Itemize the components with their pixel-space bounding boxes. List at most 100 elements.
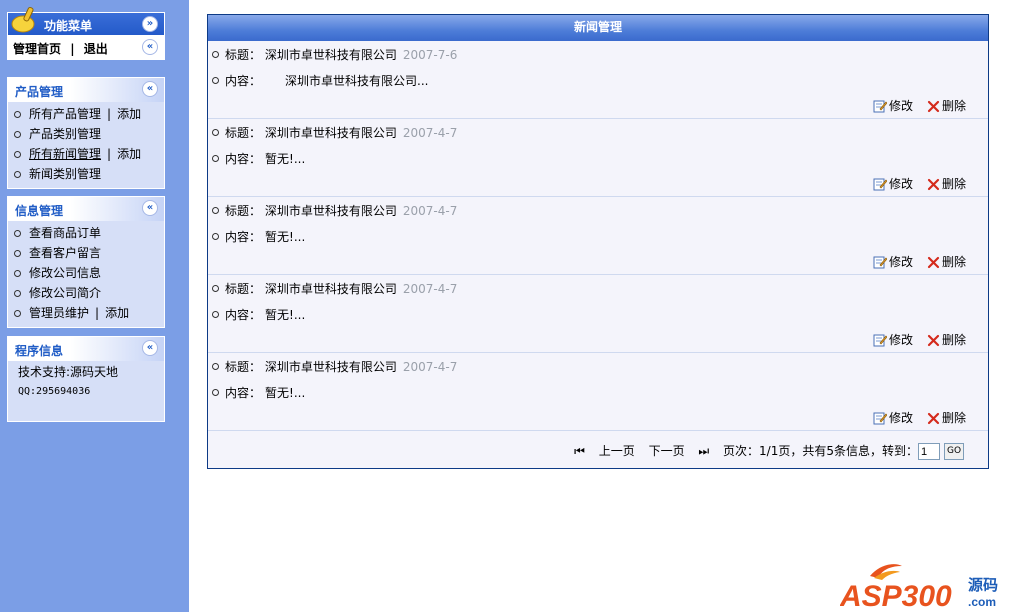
prev-page-link[interactable]: 上一页 xyxy=(599,444,635,458)
news-content-line: 内容： 暂无!... xyxy=(212,307,305,323)
news-title-line: 标题： 深圳市卓世科技有限公司 2007-7-6 xyxy=(212,47,457,63)
page-title: 新闻管理 xyxy=(208,15,988,41)
news-row: 标题： 深圳市卓世科技有限公司 2007-4-7 内容： 暂无!... 修改 删除 xyxy=(208,197,988,275)
menu-item-messages: 查看客户留言 xyxy=(8,243,164,263)
title-label: 标题： xyxy=(225,126,262,140)
bullet-icon xyxy=(212,363,219,370)
news-content-line: 内容： 暂无!... xyxy=(212,151,305,167)
menu-link[interactable]: 所有新闻管理 xyxy=(29,147,101,161)
menu-link[interactable]: 查看客户留言 xyxy=(29,246,101,260)
menu-link[interactable]: 所有产品管理 xyxy=(29,107,101,121)
edit-icon xyxy=(873,177,889,191)
delete-icon xyxy=(927,255,942,269)
delete-button[interactable]: 删除 xyxy=(927,253,966,270)
edit-button[interactable]: 修改 xyxy=(873,253,913,270)
add-link[interactable]: 添加 xyxy=(105,306,129,320)
bullet-icon xyxy=(14,131,21,138)
collapse-icon[interactable]: « xyxy=(142,81,158,97)
edit-icon xyxy=(873,99,889,113)
delete-button[interactable]: 删除 xyxy=(927,97,966,114)
collapse-icon[interactable]: « xyxy=(142,340,158,356)
menu-link[interactable]: 修改公司简介 xyxy=(29,286,101,300)
function-menu-title: 功能菜单 xyxy=(44,19,93,33)
news-actions: 修改 删除 xyxy=(859,331,966,348)
edit-button[interactable]: 修改 xyxy=(873,331,913,348)
news-title-line: 标题： 深圳市卓世科技有限公司 2007-4-7 xyxy=(212,281,457,297)
news-date: 2007-4-7 xyxy=(402,282,458,296)
edit-icon xyxy=(873,255,889,269)
bullet-icon xyxy=(14,310,21,317)
function-menu-header: 功能菜单 » xyxy=(7,6,165,36)
bullet-icon xyxy=(14,290,21,297)
edit-label: 修改 xyxy=(888,411,913,425)
program-info-body: 技术支持:源码天地 QQ:295694036 xyxy=(8,361,164,402)
news-date: 2007-4-7 xyxy=(402,126,458,140)
menu-link[interactable]: 查看商品订单 xyxy=(29,226,101,240)
delete-label: 删除 xyxy=(941,255,966,269)
bullet-icon xyxy=(14,250,21,257)
news-actions: 修改 删除 xyxy=(859,175,966,192)
menu-link[interactable]: 管理员维护 xyxy=(29,306,89,320)
go-button[interactable]: GO xyxy=(944,443,964,460)
edit-button[interactable]: 修改 xyxy=(873,409,913,426)
edit-label: 修改 xyxy=(888,255,913,269)
news-title: 深圳市卓世科技有限公司 xyxy=(264,126,397,140)
bullet-icon xyxy=(14,270,21,277)
product-panel-title: 产品管理 xyxy=(15,85,64,99)
add-link[interactable]: 添加 xyxy=(117,147,141,161)
bullet-icon xyxy=(212,311,219,318)
menu-item-product-categories: 产品类别管理 xyxy=(8,124,164,144)
menu-link[interactable]: 新闻类别管理 xyxy=(29,167,101,181)
delete-icon xyxy=(927,177,942,191)
delete-label: 删除 xyxy=(941,99,966,113)
last-page-icon[interactable]: ⏭ xyxy=(698,444,709,458)
edit-label: 修改 xyxy=(888,333,913,347)
delete-button[interactable]: 删除 xyxy=(927,331,966,348)
collapse-icon[interactable]: « xyxy=(142,200,158,216)
news-content: 暂无!... xyxy=(265,308,306,322)
news-content: 暂无!... xyxy=(265,386,306,400)
logo-domain: .com xyxy=(968,595,996,609)
collapse-icon[interactable]: « xyxy=(142,39,158,55)
bullet-icon xyxy=(212,129,219,136)
news-actions: 修改 删除 xyxy=(859,409,966,426)
bullet-icon xyxy=(212,51,219,58)
delete-button[interactable]: 删除 xyxy=(927,175,966,192)
bullet-icon xyxy=(212,77,219,84)
home-link[interactable]: 管理首页 xyxy=(13,42,61,56)
news-row: 标题： 深圳市卓世科技有限公司 2007-4-7 内容： 暂无!... 修改 删除 xyxy=(208,275,988,353)
left-sidebar: 功能菜单 » 管理首页 | 退出 « 产品管理 « 所有产品管理 | 添加 产品类别… xyxy=(0,0,189,612)
logo-text: ASP300 xyxy=(840,580,952,610)
news-title-line: 标题： 深圳市卓世科技有限公司 2007-4-7 xyxy=(212,203,457,219)
logout-link[interactable]: 退出 xyxy=(84,42,108,56)
menu-link[interactable]: 产品类别管理 xyxy=(29,127,101,141)
content-label: 内容： xyxy=(225,152,262,166)
info-panel-title: 信息管理 xyxy=(15,204,64,218)
separator: | xyxy=(70,42,75,56)
menu-item-all-products: 所有产品管理 | 添加 xyxy=(8,104,164,124)
delete-label: 删除 xyxy=(941,177,966,191)
news-date: 2007-4-7 xyxy=(402,360,458,374)
bullet-icon xyxy=(212,389,219,396)
menu-link[interactable]: 修改公司信息 xyxy=(29,266,101,280)
news-management-table: 新闻管理 标题： 深圳市卓世科技有限公司 2007-7-6 内容： 深圳市卓世科技有限… xyxy=(207,14,989,469)
news-title: 深圳市卓世科技有限公司 xyxy=(264,360,397,374)
first-page-icon[interactable]: ⏮ xyxy=(574,444,585,458)
separator: | xyxy=(107,147,112,161)
next-page-link[interactable]: 下一页 xyxy=(649,444,685,458)
support-text: 技术支持:源码天地 xyxy=(18,365,119,379)
info-panel: 信息管理 « 查看商品订单 查看客户留言 修改公司信息 修改公司简介 管理员维护… xyxy=(7,196,165,328)
pagination: ⏮ 上一页 下一页 ⏭ 页次：1/1页，共有5条信息，转到： GO xyxy=(208,433,988,469)
edit-button[interactable]: 修改 xyxy=(873,97,913,114)
news-title-line: 标题： 深圳市卓世科技有限公司 2007-4-7 xyxy=(212,359,457,375)
collapse-down-icon[interactable]: » xyxy=(142,16,158,32)
delete-button[interactable]: 删除 xyxy=(927,409,966,426)
function-menu-body: 管理首页 | 退出 « xyxy=(7,36,165,60)
add-link[interactable]: 添加 xyxy=(117,107,141,121)
asp300-logo: ASP300 源码 .com xyxy=(840,564,998,610)
edit-button[interactable]: 修改 xyxy=(873,175,913,192)
menu-item-company-intro: 修改公司简介 xyxy=(8,283,164,303)
page-jump-input[interactable] xyxy=(918,443,940,460)
delete-icon xyxy=(927,99,942,113)
page-info: 页次：1/1页，共有5条信息，转到： xyxy=(723,444,918,458)
